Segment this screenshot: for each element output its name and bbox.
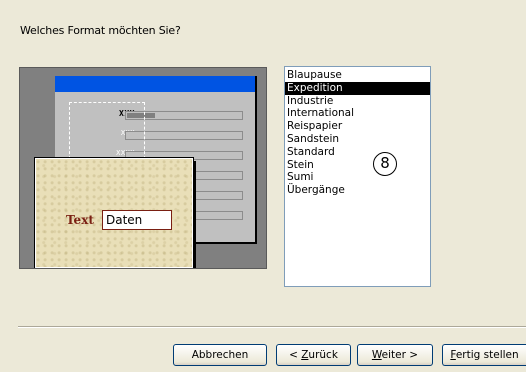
cancel-button-label: Abbrechen bbox=[191, 349, 249, 361]
back-button-label: urück bbox=[308, 349, 338, 361]
format-list-item[interactable]: Sumi bbox=[285, 171, 430, 184]
finish-button-label: ertig stellen bbox=[455, 349, 519, 361]
separator bbox=[18, 326, 526, 328]
zoom-preview-panel: Text Daten bbox=[34, 157, 194, 268]
format-list-item[interactable]: Stein bbox=[285, 159, 430, 172]
format-list-item[interactable]: Übergänge bbox=[285, 184, 430, 197]
format-list-item[interactable]: Blaupause bbox=[285, 69, 430, 82]
zoom-text-label: Text bbox=[66, 213, 94, 227]
format-list-item[interactable]: International bbox=[285, 107, 430, 120]
format-list-item[interactable]: Industrie bbox=[285, 95, 430, 108]
cancel-button[interactable]: Abbrechen bbox=[173, 344, 267, 366]
next-button-label: eiter > bbox=[381, 349, 419, 361]
format-list-item[interactable]: Reispapier bbox=[285, 120, 430, 133]
step-marker: 8 bbox=[373, 152, 397, 176]
back-button-prefix: < bbox=[289, 349, 302, 361]
question-label: Welches Format möchten Sie? bbox=[20, 24, 181, 37]
format-list-item[interactable]: Expedition bbox=[285, 81, 430, 95]
format-preview: XXX XXX XXXX Text Daten bbox=[19, 67, 267, 269]
zoom-data-field: Daten bbox=[102, 210, 172, 230]
format-list-item[interactable]: Sandstein bbox=[285, 133, 430, 146]
format-listbox[interactable]: Blaupause Expedition Industrie Internationa… bbox=[284, 66, 431, 287]
back-button[interactable]: < Zurück bbox=[276, 344, 351, 366]
finish-button[interactable]: Fertig stellen bbox=[442, 344, 526, 366]
format-list-item[interactable]: Standard bbox=[285, 146, 430, 159]
next-button-mnemonic: W bbox=[371, 349, 382, 361]
next-button[interactable]: Weiter > bbox=[357, 344, 433, 366]
